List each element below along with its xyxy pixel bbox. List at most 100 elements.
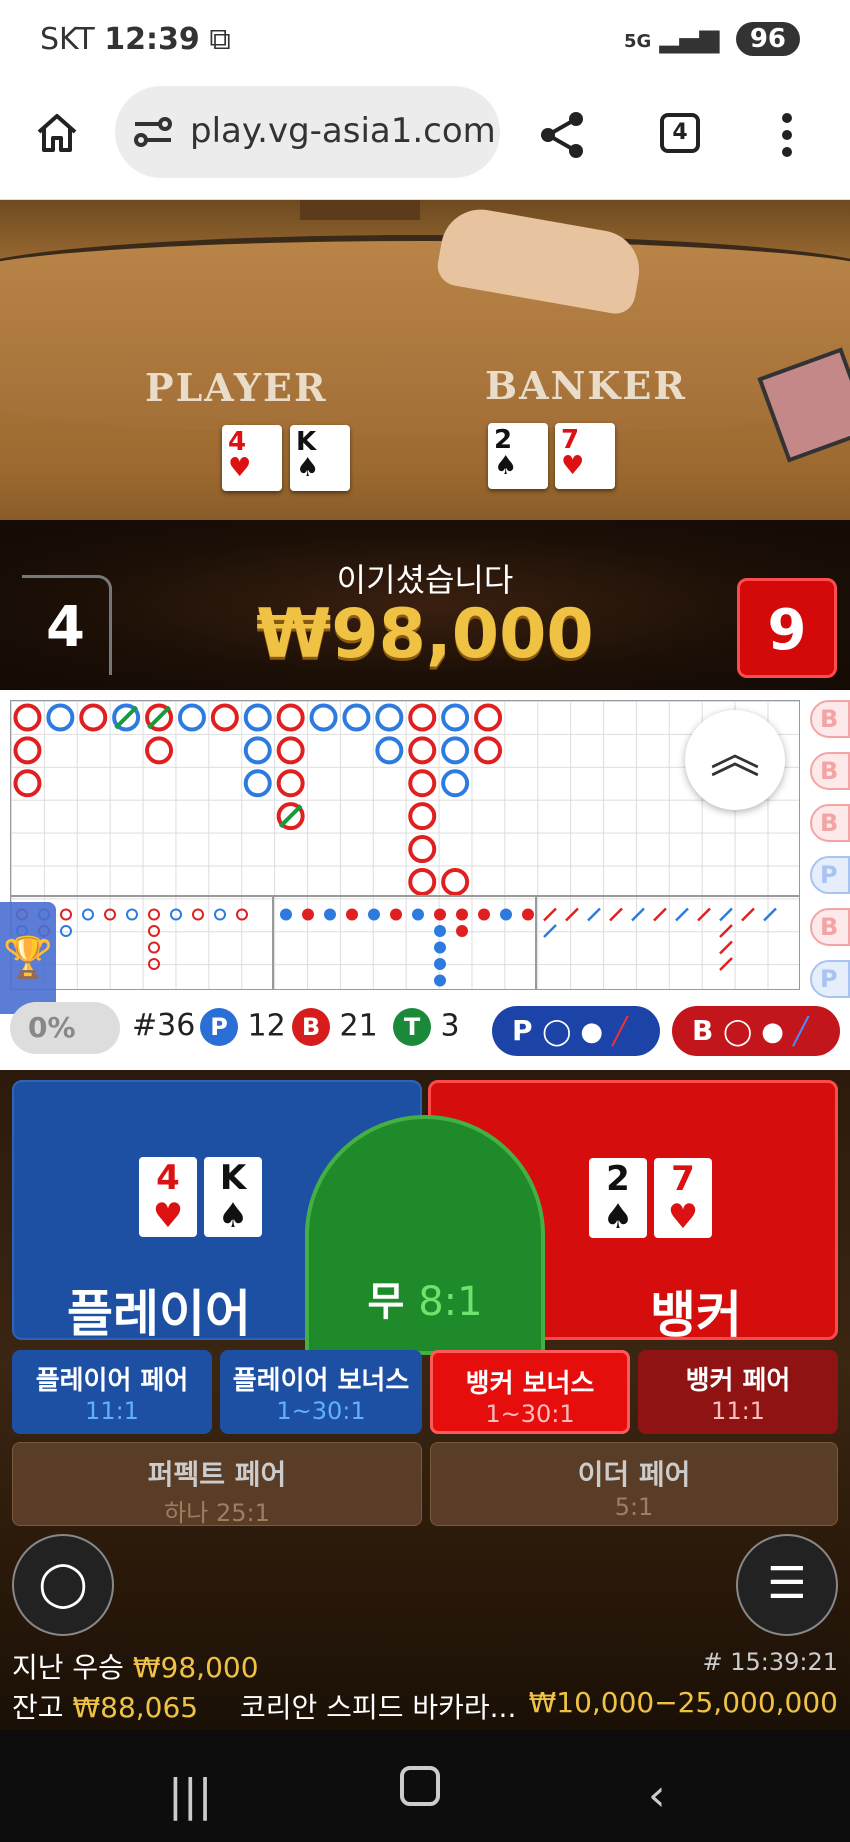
status-left: SKT 12:39 ⧉ bbox=[40, 22, 231, 57]
betting-area: 4 ♥ K ♠ 플레이어 2 ♠ 7 ♥ 뱅커 무 8:1 플레이어 페어 11:1 플레… bbox=[0, 1070, 850, 1730]
banker-count: B 21 bbox=[292, 1008, 378, 1046]
road-bead bbox=[375, 703, 404, 732]
road-bead bbox=[243, 736, 272, 765]
road-bead bbox=[474, 703, 503, 732]
derived-road-mark bbox=[60, 908, 72, 921]
round-number: #36 bbox=[132, 1008, 196, 1043]
player-bonus-bet[interactable]: 플레이어 보너스 1~30:1 bbox=[220, 1350, 422, 1434]
battery-level: 96 bbox=[735, 22, 800, 56]
road-bead bbox=[342, 703, 371, 732]
player-score: 4 bbox=[22, 575, 112, 675]
player-pair-bet[interactable]: 플레이어 페어 11:1 bbox=[12, 1350, 212, 1434]
road-bead bbox=[46, 703, 75, 732]
collapse-roadmap-button[interactable]: ︽ bbox=[685, 710, 785, 810]
road-bead bbox=[79, 703, 108, 732]
derived-road-mark bbox=[280, 908, 292, 921]
derived-road-mark bbox=[456, 925, 468, 937]
derived-road-mark bbox=[543, 924, 557, 938]
side-road-item: B bbox=[810, 804, 850, 842]
derived-road-mark bbox=[82, 908, 94, 921]
table-name: 코리안 스피드 바카라... bbox=[240, 1691, 517, 1724]
tie-count: T 3 bbox=[393, 1008, 460, 1046]
banker-pair-bet[interactable]: 뱅커 페어 11:1 bbox=[638, 1350, 838, 1434]
either-pair-bet[interactable]: 이더 페어 5:1 bbox=[430, 1442, 838, 1526]
player-bet-card-2: K ♠ bbox=[204, 1157, 262, 1237]
tab-switcher-button[interactable]: 4 bbox=[660, 113, 700, 153]
derived-road-mark bbox=[719, 957, 733, 971]
road-bead bbox=[13, 769, 42, 798]
derived-road-mark bbox=[587, 907, 601, 922]
player-card-2: K ♠ bbox=[290, 425, 350, 491]
derived-road-mark bbox=[390, 908, 402, 921]
derived-road-mark bbox=[478, 908, 490, 921]
live-video-stream: PLAYER BANKER 4 ♥ K ♠ 2 ♠ 7 ♥ 이기셨습니다 ₩98,000… bbox=[0, 200, 850, 690]
banker-score: 9 bbox=[737, 578, 837, 678]
road-bead bbox=[408, 867, 437, 896]
derived-road-mark bbox=[522, 908, 534, 921]
road-bead bbox=[408, 802, 437, 831]
more-menu-icon[interactable] bbox=[780, 112, 794, 158]
back-icon[interactable]: ‹ bbox=[648, 1770, 666, 1821]
derived-road-mark bbox=[719, 940, 733, 955]
network-type: 5G bbox=[623, 31, 652, 52]
derived-road-mark bbox=[412, 908, 424, 921]
side-road-item: P bbox=[810, 856, 850, 894]
url-text: play.vg-asia1.com bbox=[190, 111, 496, 151]
derived-road-mark bbox=[434, 974, 446, 987]
road-bead bbox=[276, 769, 305, 798]
trophy-icon[interactable]: 🏆 bbox=[0, 902, 56, 1014]
derived-road-mark bbox=[543, 907, 557, 922]
carrier: SKT bbox=[40, 22, 95, 57]
road-bead bbox=[375, 736, 404, 765]
road-bead bbox=[243, 769, 272, 798]
share-icon[interactable] bbox=[538, 110, 586, 160]
road-bead bbox=[474, 736, 503, 765]
derived-road-mark bbox=[434, 941, 446, 954]
screenshot-icon: ⧉ bbox=[209, 22, 231, 57]
site-settings-icon[interactable] bbox=[133, 114, 173, 150]
win-rate-badge: 0% bbox=[10, 1002, 120, 1054]
derived-road-mark bbox=[368, 908, 380, 921]
derived-road-mark bbox=[324, 908, 336, 921]
derived-road-mark bbox=[653, 907, 667, 922]
banker-bet-card-1: 2 ♠ bbox=[589, 1158, 647, 1238]
road-bead bbox=[441, 736, 470, 765]
player-predict-button[interactable]: P ◯ ● ╱ bbox=[492, 1006, 660, 1056]
derived-road-mark bbox=[500, 908, 512, 921]
derived-road-mark bbox=[214, 908, 226, 921]
derived-road-mark bbox=[675, 907, 689, 922]
side-road-item: P bbox=[810, 960, 850, 998]
derived-road-mark bbox=[565, 907, 579, 922]
home-nav-icon[interactable] bbox=[400, 1766, 440, 1806]
banker-table-label: BANKER bbox=[485, 363, 687, 408]
derived-road-mark bbox=[60, 925, 72, 937]
address-bar[interactable]: play.vg-asia1.com bbox=[115, 86, 500, 178]
banker-bonus-bet[interactable]: 뱅커 보너스 1~30:1 bbox=[430, 1350, 630, 1434]
bet-limits: ₩10,000−25,000,000 bbox=[528, 1686, 838, 1719]
road-bead bbox=[309, 703, 338, 732]
player-table-label: PLAYER bbox=[145, 365, 328, 410]
bead-road-grid bbox=[10, 700, 800, 990]
road-bead bbox=[408, 769, 437, 798]
road-divider bbox=[535, 895, 537, 990]
derived-road-mark bbox=[456, 908, 468, 921]
perfect-pair-bet[interactable]: 퍼펙트 페어 하나 25:1 bbox=[12, 1442, 422, 1527]
side-road-item: B bbox=[810, 700, 850, 738]
derived-road-mark bbox=[631, 907, 645, 922]
home-icon[interactable] bbox=[34, 110, 80, 156]
chat-bubble-icon[interactable]: ◯ bbox=[12, 1534, 114, 1636]
menu-icon[interactable]: ☰ bbox=[736, 1534, 838, 1636]
derived-road-mark bbox=[148, 925, 160, 937]
recent-apps-icon[interactable]: ||| bbox=[168, 1770, 212, 1821]
status-bar: SKT 12:39 ⧉ 5G ▂▄▆ 96 bbox=[0, 0, 850, 80]
road-bead bbox=[13, 736, 42, 765]
side-road-item: B bbox=[810, 752, 850, 790]
derived-road-mark bbox=[719, 924, 733, 938]
road-bead bbox=[276, 703, 305, 732]
derived-road-mark bbox=[434, 958, 446, 970]
tie-bet-spot[interactable]: 무 8:1 bbox=[305, 1115, 545, 1355]
banker-predict-button[interactable]: B ◯ ● ╱ bbox=[672, 1006, 840, 1056]
banker-card-1: 2 ♠ bbox=[488, 423, 548, 489]
derived-road-mark bbox=[434, 908, 446, 921]
derived-road-mark bbox=[126, 908, 138, 921]
